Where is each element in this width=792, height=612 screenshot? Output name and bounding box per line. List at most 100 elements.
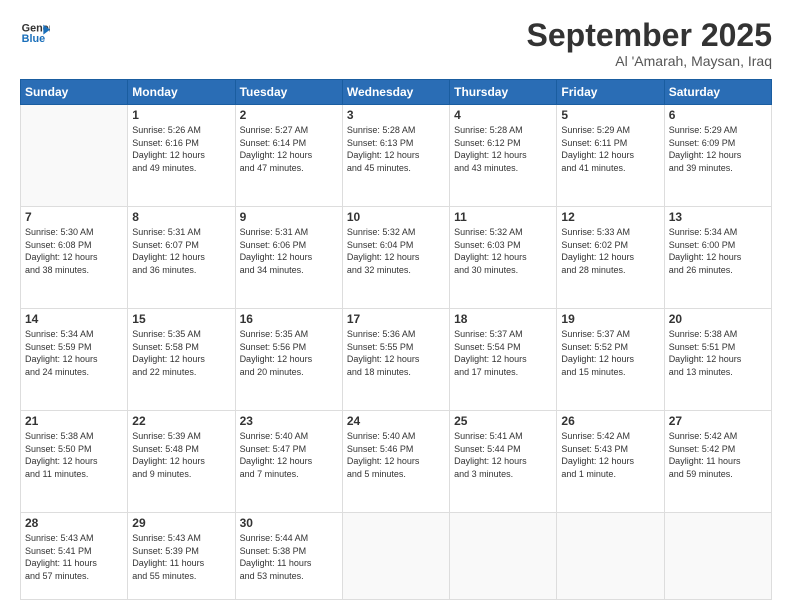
day-info: Sunrise: 5:40 AM Sunset: 5:46 PM Dayligh… — [347, 430, 445, 480]
day-number: 20 — [669, 312, 767, 326]
day-number: 2 — [240, 108, 338, 122]
day-info: Sunrise: 5:40 AM Sunset: 5:47 PM Dayligh… — [240, 430, 338, 480]
weekday-header: Wednesday — [342, 80, 449, 105]
day-number: 10 — [347, 210, 445, 224]
day-number: 7 — [25, 210, 123, 224]
calendar-cell: 15Sunrise: 5:35 AM Sunset: 5:58 PM Dayli… — [128, 309, 235, 411]
day-number: 26 — [561, 414, 659, 428]
calendar-cell: 10 Sunrise: 5:32 AM Sunset: 6:04 PM Dayli… — [342, 207, 449, 309]
day-number: 5 — [561, 108, 659, 122]
calendar-cell: 14 Sunrise: 5:34 AM Sunset: 5:59 PM Dayli… — [21, 309, 128, 411]
day-info: Sunrise: 5:32 AM Sunset: 6:04 PM Dayligh… — [347, 226, 445, 276]
day-info: Sunrise: 5:42 AM Sunset: 5:42 PM Dayligh… — [669, 430, 767, 480]
calendar-body: 1Sunrise: 5:26 AM Sunset: 6:16 PM Daylig… — [21, 105, 772, 600]
calendar-week-row: 21 Sunrise: 5:38 AM Sunset: 5:50 PM Dayli… — [21, 411, 772, 513]
day-number: 8 — [132, 210, 230, 224]
weekday-header: Monday — [128, 80, 235, 105]
day-info: Sunrise: 5:26 AM Sunset: 6:16 PM Dayligh… — [132, 124, 230, 174]
day-info: Sunrise: 5:34 AM Sunset: 6:00 PM Dayligh… — [669, 226, 767, 276]
day-number: 30 — [240, 516, 338, 530]
calendar-cell: 16 Sunrise: 5:35 AM Sunset: 5:56 PM Dayli… — [235, 309, 342, 411]
weekday-header: Tuesday — [235, 80, 342, 105]
day-number: 21 — [25, 414, 123, 428]
calendar-cell: 27Sunrise: 5:42 AM Sunset: 5:42 PM Dayli… — [664, 411, 771, 513]
day-info: Sunrise: 5:36 AM Sunset: 5:55 PM Dayligh… — [347, 328, 445, 378]
day-number: 16 — [240, 312, 338, 326]
calendar-cell: 22Sunrise: 5:39 AM Sunset: 5:48 PM Dayli… — [128, 411, 235, 513]
day-info: Sunrise: 5:28 AM Sunset: 6:13 PM Dayligh… — [347, 124, 445, 174]
day-number: 3 — [347, 108, 445, 122]
calendar-cell — [557, 513, 664, 600]
day-number: 14 — [25, 312, 123, 326]
day-info: Sunrise: 5:34 AM Sunset: 5:59 PM Dayligh… — [25, 328, 123, 378]
day-info: Sunrise: 5:29 AM Sunset: 6:09 PM Dayligh… — [669, 124, 767, 174]
calendar-cell: 12 Sunrise: 5:33 AM Sunset: 6:02 PM Dayli… — [557, 207, 664, 309]
day-number: 28 — [25, 516, 123, 530]
day-info: Sunrise: 5:32 AM Sunset: 6:03 PM Dayligh… — [454, 226, 552, 276]
calendar-cell — [342, 513, 449, 600]
calendar-cell: 20Sunrise: 5:38 AM Sunset: 5:51 PM Dayli… — [664, 309, 771, 411]
day-info: Sunrise: 5:35 AM Sunset: 5:58 PM Dayligh… — [132, 328, 230, 378]
calendar-week-row: 1Sunrise: 5:26 AM Sunset: 6:16 PM Daylig… — [21, 105, 772, 207]
day-number: 29 — [132, 516, 230, 530]
calendar-table: SundayMondayTuesdayWednesdayThursdayFrid… — [20, 79, 772, 600]
calendar-week-row: 14 Sunrise: 5:34 AM Sunset: 5:59 PM Dayli… — [21, 309, 772, 411]
calendar-cell: 30 Sunrise: 5:44 AM Sunset: 5:38 PM Dayli… — [235, 513, 342, 600]
calendar-cell: 29Sunrise: 5:43 AM Sunset: 5:39 PM Dayli… — [128, 513, 235, 600]
day-number: 6 — [669, 108, 767, 122]
day-info: Sunrise: 5:31 AM Sunset: 6:06 PM Dayligh… — [240, 226, 338, 276]
calendar-cell: 25Sunrise: 5:41 AM Sunset: 5:44 PM Dayli… — [450, 411, 557, 513]
calendar-cell: 5 Sunrise: 5:29 AM Sunset: 6:11 PM Daylig… — [557, 105, 664, 207]
day-number: 4 — [454, 108, 552, 122]
title-block: September 2025 Al 'Amarah, Maysan, Iraq — [527, 18, 772, 69]
day-number: 23 — [240, 414, 338, 428]
day-info: Sunrise: 5:33 AM Sunset: 6:02 PM Dayligh… — [561, 226, 659, 276]
day-info: Sunrise: 5:28 AM Sunset: 6:12 PM Dayligh… — [454, 124, 552, 174]
calendar-cell — [664, 513, 771, 600]
day-info: Sunrise: 5:42 AM Sunset: 5:43 PM Dayligh… — [561, 430, 659, 480]
calendar-cell: 7 Sunrise: 5:30 AM Sunset: 6:08 PM Daylig… — [21, 207, 128, 309]
logo: General Blue — [20, 18, 50, 48]
weekday-header: Thursday — [450, 80, 557, 105]
day-number: 18 — [454, 312, 552, 326]
calendar-cell: 23 Sunrise: 5:40 AM Sunset: 5:47 PM Dayli… — [235, 411, 342, 513]
calendar-cell: 2Sunrise: 5:27 AM Sunset: 6:14 PM Daylig… — [235, 105, 342, 207]
day-number: 11 — [454, 210, 552, 224]
svg-text:Blue: Blue — [22, 33, 45, 45]
calendar-cell: 18 Sunrise: 5:37 AM Sunset: 5:54 PM Dayli… — [450, 309, 557, 411]
calendar-cell: 24Sunrise: 5:40 AM Sunset: 5:46 PM Dayli… — [342, 411, 449, 513]
weekday-header: Friday — [557, 80, 664, 105]
calendar-cell: 17Sunrise: 5:36 AM Sunset: 5:55 PM Dayli… — [342, 309, 449, 411]
day-info: Sunrise: 5:29 AM Sunset: 6:11 PM Dayligh… — [561, 124, 659, 174]
day-info: Sunrise: 5:38 AM Sunset: 5:50 PM Dayligh… — [25, 430, 123, 480]
calendar-cell: 13Sunrise: 5:34 AM Sunset: 6:00 PM Dayli… — [664, 207, 771, 309]
day-number: 12 — [561, 210, 659, 224]
calendar-week-row: 7 Sunrise: 5:30 AM Sunset: 6:08 PM Daylig… — [21, 207, 772, 309]
day-info: Sunrise: 5:44 AM Sunset: 5:38 PM Dayligh… — [240, 532, 338, 582]
calendar-header-row: SundayMondayTuesdayWednesdayThursdayFrid… — [21, 80, 772, 105]
day-number: 19 — [561, 312, 659, 326]
day-info: Sunrise: 5:39 AM Sunset: 5:48 PM Dayligh… — [132, 430, 230, 480]
page-header: General Blue September 2025 Al 'Amarah, … — [20, 18, 772, 69]
calendar-cell: 8 Sunrise: 5:31 AM Sunset: 6:07 PM Daylig… — [128, 207, 235, 309]
day-info: Sunrise: 5:35 AM Sunset: 5:56 PM Dayligh… — [240, 328, 338, 378]
day-info: Sunrise: 5:30 AM Sunset: 6:08 PM Dayligh… — [25, 226, 123, 276]
calendar-cell: 28 Sunrise: 5:43 AM Sunset: 5:41 PM Dayli… — [21, 513, 128, 600]
calendar-cell: 26 Sunrise: 5:42 AM Sunset: 5:43 PM Dayli… — [557, 411, 664, 513]
calendar-cell — [450, 513, 557, 600]
calendar-cell: 1Sunrise: 5:26 AM Sunset: 6:16 PM Daylig… — [128, 105, 235, 207]
weekday-header: Saturday — [664, 80, 771, 105]
day-info: Sunrise: 5:43 AM Sunset: 5:41 PM Dayligh… — [25, 532, 123, 582]
calendar-cell: 6 Sunrise: 5:29 AM Sunset: 6:09 PM Daylig… — [664, 105, 771, 207]
calendar-cell: 19 Sunrise: 5:37 AM Sunset: 5:52 PM Dayli… — [557, 309, 664, 411]
month-title: September 2025 — [527, 18, 772, 53]
location: Al 'Amarah, Maysan, Iraq — [527, 53, 772, 69]
weekday-header: Sunday — [21, 80, 128, 105]
day-number: 25 — [454, 414, 552, 428]
day-info: Sunrise: 5:37 AM Sunset: 5:52 PM Dayligh… — [561, 328, 659, 378]
calendar-cell: 11 Sunrise: 5:32 AM Sunset: 6:03 PM Dayli… — [450, 207, 557, 309]
day-info: Sunrise: 5:31 AM Sunset: 6:07 PM Dayligh… — [132, 226, 230, 276]
day-number: 9 — [240, 210, 338, 224]
day-info: Sunrise: 5:37 AM Sunset: 5:54 PM Dayligh… — [454, 328, 552, 378]
calendar-cell: 9 Sunrise: 5:31 AM Sunset: 6:06 PM Daylig… — [235, 207, 342, 309]
